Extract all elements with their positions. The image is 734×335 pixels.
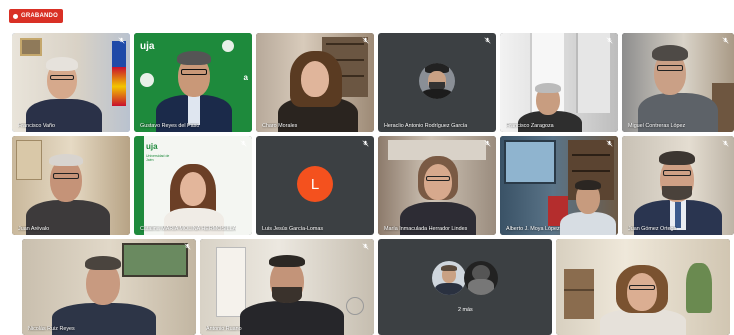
mic-off-icon [606, 140, 613, 147]
participant-name: Alberto J. Moya López [506, 226, 560, 232]
recording-dot-icon [13, 13, 18, 19]
participant-name: Luis Jesús García-Lomas [262, 226, 324, 232]
participant-name: Heraclio Antonio Rodríguez García [384, 123, 468, 129]
participant-avatar [464, 261, 498, 295]
mic-off-icon [484, 37, 491, 44]
mic-off-icon [362, 140, 369, 147]
recording-badge: GRABANDO [9, 9, 63, 23]
mic-off-icon [606, 37, 613, 44]
participant-avatar: L [297, 166, 333, 202]
participant-name: Francisco Vaño [18, 123, 56, 129]
uja-logo-text: uja [140, 41, 155, 52]
participant-tile[interactable]: Francisco Zaragoza [500, 33, 618, 132]
participant-tile[interactable]: Juan Arévalo [12, 136, 130, 235]
participant-name: Catalina MARÍA MOLINA HERMOSILLA [140, 226, 237, 232]
participant-name: Charo Morales [262, 123, 298, 129]
participant-name: María Inmaculada Herrador Lindes [384, 226, 468, 232]
uja-logo-text: uja [146, 142, 158, 151]
participant-name: Juan Gómez Ortega [628, 226, 677, 232]
participant-tile[interactable]: uja a Gustavo Reyes del Paso [134, 33, 252, 132]
participant-tile[interactable]: Charo Morales [256, 33, 374, 132]
participant-avatar [419, 63, 455, 99]
mic-off-icon [362, 37, 369, 44]
participant-tile[interactable]: Francisco Vaño [12, 33, 130, 132]
recording-label: GRABANDO [21, 13, 58, 19]
video-grid: Francisco Vaño uja a Gustavo Reyes del P… [0, 30, 734, 335]
participant-tile[interactable]: María Inmaculada Herrador Lindes [378, 136, 496, 235]
uja-seal-icon [222, 40, 234, 52]
mic-off-icon [240, 140, 247, 147]
participant-tile[interactable]: Miguel Contreras López [622, 33, 734, 132]
participant-tile[interactable]: L Luis Jesús García-Lomas [256, 136, 374, 235]
mic-off-icon [722, 37, 729, 44]
mic-off-icon [362, 243, 369, 250]
mic-off-icon [722, 140, 729, 147]
participant-tile[interactable] [556, 239, 730, 335]
participant-name: Miguel Contreras López [628, 123, 686, 129]
mic-off-icon [484, 140, 491, 147]
participant-tile[interactable]: uja Universidad de Jaén Catalina MARÍA M… [134, 136, 252, 235]
participant-name: Francisco Zaragoza [506, 123, 554, 129]
top-bar: GRABANDO [0, 0, 734, 30]
overflow-tile[interactable]: 2 más [378, 239, 552, 335]
participant-name: Juan Arévalo [18, 226, 50, 232]
participant-name: Antonio Ruano [206, 326, 242, 332]
overflow-count-label: 2 más [458, 307, 473, 313]
participant-name: Nicolás Ruiz Reyes [28, 326, 75, 332]
mic-off-icon [118, 37, 125, 44]
uja-subtitle: Universidad de Jaén [146, 154, 170, 162]
mic-off-icon [184, 243, 191, 250]
participant-name: Gustavo Reyes del Paso [140, 123, 200, 129]
participant-tile[interactable]: Juan Gómez Ortega [622, 136, 734, 235]
participant-tile[interactable]: Heraclio Antonio Rodríguez García [378, 33, 496, 132]
participant-avatar [432, 261, 466, 295]
participant-tile[interactable]: Nicolás Ruiz Reyes [22, 239, 196, 335]
participant-tile[interactable]: Antonio Ruano [200, 239, 374, 335]
participant-tile[interactable]: Alberto J. Moya López [500, 136, 618, 235]
